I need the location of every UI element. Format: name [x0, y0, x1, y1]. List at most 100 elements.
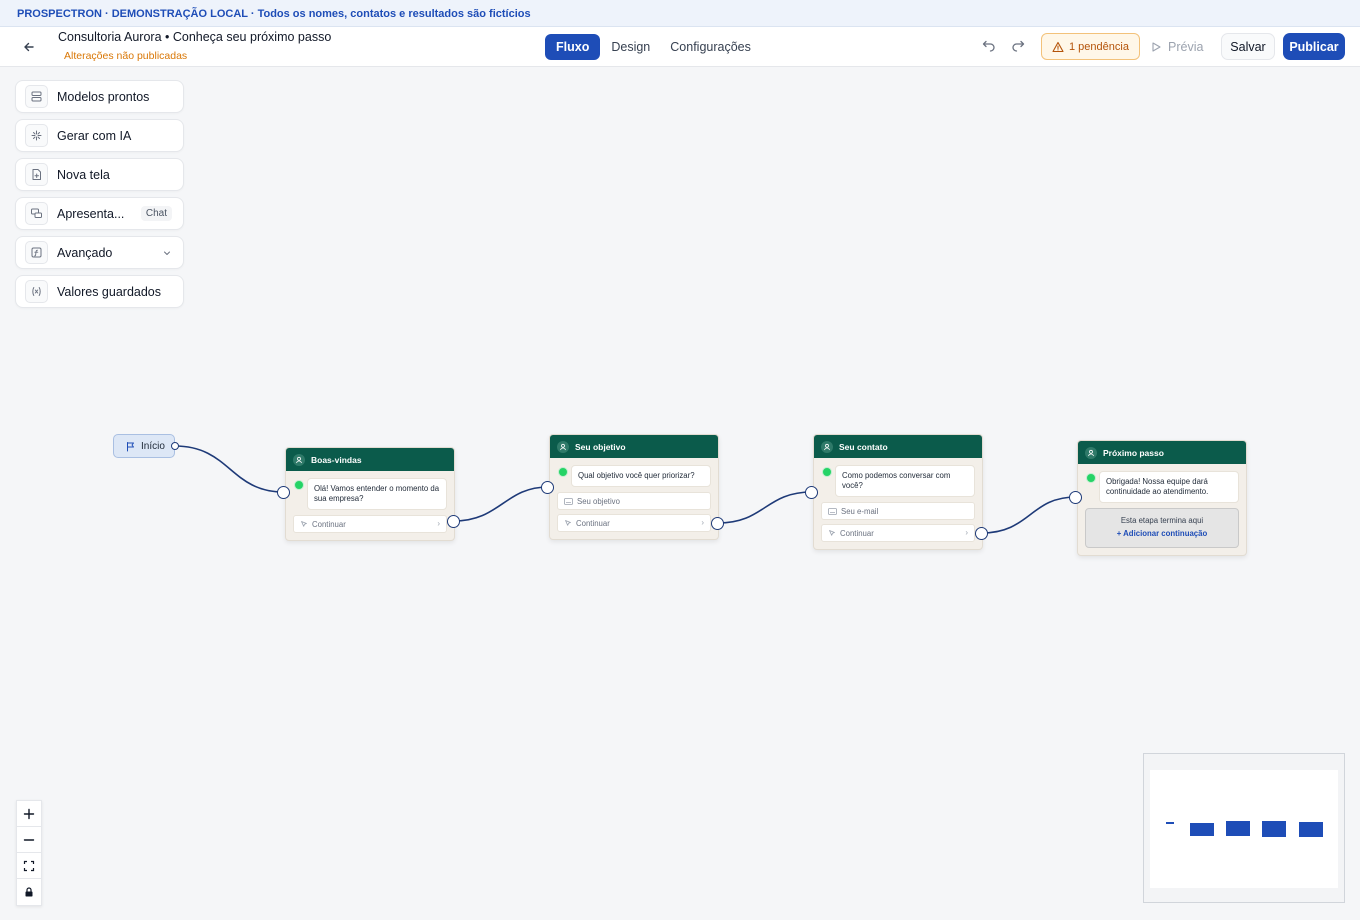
continue-button[interactable]: Continuar › — [821, 524, 975, 542]
minus-icon — [23, 838, 35, 841]
undo-button[interactable] — [978, 36, 1000, 58]
tab-flow[interactable]: Fluxo — [545, 34, 601, 60]
contact-input-handle[interactable] — [805, 486, 818, 499]
start-output-handle[interactable] — [171, 442, 179, 450]
zoom-controls — [16, 800, 42, 906]
minimap-node-goal — [1226, 821, 1250, 836]
pending-badge[interactable]: 1 pendência — [1041, 33, 1140, 60]
continue-label: Continuar — [312, 519, 346, 529]
node-message: Olá! Vamos entender o momento da sua emp… — [307, 478, 447, 510]
zoom-out-button[interactable] — [17, 827, 41, 853]
unpublished-status: Alterações não publicadas — [64, 50, 188, 62]
new-screen-icon — [25, 163, 48, 186]
plus-icon — [23, 808, 35, 819]
page-title: Consultoria Aurora • Conheça seu próximo… — [58, 30, 332, 44]
redo-button[interactable] — [1007, 36, 1029, 58]
continue-label: Continuar — [840, 528, 874, 538]
tool-panel: Modelos prontos Gerar com IA Nova tela A… — [15, 80, 184, 314]
tool-advanced[interactable]: Avançado — [15, 236, 184, 269]
tool-label: Modelos prontos — [57, 89, 150, 104]
node-message: Qual objetivo você quer priorizar? — [571, 465, 711, 487]
edge-start-welcome — [174, 445, 285, 493]
welcome-output-handle[interactable] — [447, 515, 460, 528]
tool-generate-ai[interactable]: Gerar com IA — [15, 119, 184, 152]
flow-node-contact[interactable]: Seu contato Como podemos conversar com v… — [813, 434, 983, 550]
user-icon — [293, 453, 305, 466]
keyboard-icon — [828, 507, 837, 515]
continue-button[interactable]: Continuar › — [293, 515, 447, 533]
flow-node-welcome[interactable]: Boas-vindas Olá! Vamos entender o moment… — [285, 447, 455, 541]
cursor-icon — [829, 530, 835, 536]
add-continuation-link[interactable]: + Adicionar continuação — [1086, 529, 1238, 538]
end-text: Esta etapa termina aqui — [1120, 516, 1204, 525]
flow-node-goal[interactable]: Seu objetivo Qual objetivo você quer pri… — [549, 434, 719, 540]
redo-icon — [1012, 40, 1025, 52]
field-label: Seu objetivo — [577, 496, 620, 506]
start-label: Início — [141, 440, 165, 452]
chat-bubbles-icon — [25, 202, 48, 225]
demo-banner: PROSPECTRON · DEMONSTRAÇÃO LOCAL · Todos… — [0, 0, 1360, 27]
tool-label: Nova tela — [57, 167, 110, 182]
contact-output-handle[interactable] — [975, 527, 988, 540]
cursor-icon — [301, 521, 307, 527]
templates-icon — [25, 85, 48, 108]
minimap-viewport — [1150, 770, 1338, 888]
zoom-in-button[interactable] — [17, 801, 41, 827]
minimap-node-welcome — [1190, 823, 1214, 836]
fit-view-button[interactable] — [17, 853, 41, 879]
preview-button[interactable]: Prévia — [1150, 33, 1203, 60]
tool-new-screen[interactable]: Nova tela — [15, 158, 184, 191]
chevron-right-icon: › — [437, 519, 440, 528]
start-node[interactable]: Início — [113, 434, 175, 458]
node-input-field[interactable]: Seu e-mail — [821, 502, 975, 520]
whatsapp-icon — [1086, 473, 1096, 483]
tool-label: Apresenta... — [57, 206, 125, 221]
publish-button[interactable]: Publicar — [1283, 33, 1345, 60]
minimap-node-next-step — [1299, 822, 1323, 837]
goal-input-handle[interactable] — [541, 481, 554, 494]
minimap-node-start — [1166, 822, 1174, 824]
node-title: Boas-vindas — [311, 454, 362, 465]
chat-tag: Chat — [140, 206, 172, 221]
minimap-node-contact — [1262, 821, 1286, 837]
node-header: Próximo passo — [1078, 441, 1246, 464]
goal-output-handle[interactable] — [711, 517, 724, 530]
undo-icon — [982, 40, 995, 52]
lock-icon — [25, 887, 33, 897]
tool-label: Avançado — [57, 245, 113, 260]
node-input-field[interactable]: Seu objetivo — [557, 492, 711, 510]
whatsapp-icon — [822, 467, 832, 477]
tab-design[interactable]: Design — [602, 34, 659, 60]
top-bar: Consultoria Aurora • Conheça seu próximo… — [0, 27, 1360, 67]
lock-button[interactable] — [17, 879, 41, 905]
back-button[interactable] — [18, 36, 40, 58]
tool-label: Valores guardados — [57, 284, 162, 299]
tool-templates[interactable]: Modelos prontos — [15, 80, 184, 113]
welcome-input-handle[interactable] — [277, 486, 290, 499]
node-message: Como podemos conversar com você? — [835, 465, 975, 497]
sparkles-icon — [25, 124, 48, 147]
continue-label: Continuar — [576, 518, 610, 528]
view-tabs: Fluxo Design Configurações — [545, 34, 760, 60]
arrow-left-icon — [24, 42, 34, 52]
tool-presentation[interactable]: Apresenta... Chat — [15, 197, 184, 230]
node-message: Obrigada! Nossa equipe dará continuidade… — [1099, 471, 1239, 503]
edge-welcome-goal — [453, 486, 549, 522]
chevron-down-icon — [164, 251, 170, 255]
user-icon — [821, 440, 833, 453]
whatsapp-icon — [558, 467, 568, 477]
warning-icon — [1052, 41, 1064, 52]
pending-label: 1 pendência — [1069, 40, 1129, 53]
node-title: Próximo passo — [1103, 447, 1164, 458]
continue-button[interactable]: Continuar › — [557, 514, 711, 532]
function-icon — [25, 241, 48, 264]
next-step-input-handle[interactable] — [1069, 491, 1082, 504]
flow-node-next-step[interactable]: Próximo passo Obrigada! Nossa equipe dar… — [1077, 440, 1247, 556]
chevron-right-icon: › — [965, 528, 968, 537]
minimap[interactable] — [1143, 753, 1345, 903]
tab-settings[interactable]: Configurações — [661, 34, 760, 60]
tool-saved-values[interactable]: Valores guardados — [15, 275, 184, 308]
variable-icon — [25, 280, 48, 303]
edge-contact-next — [981, 496, 1077, 534]
save-button[interactable]: Salvar — [1221, 33, 1275, 60]
